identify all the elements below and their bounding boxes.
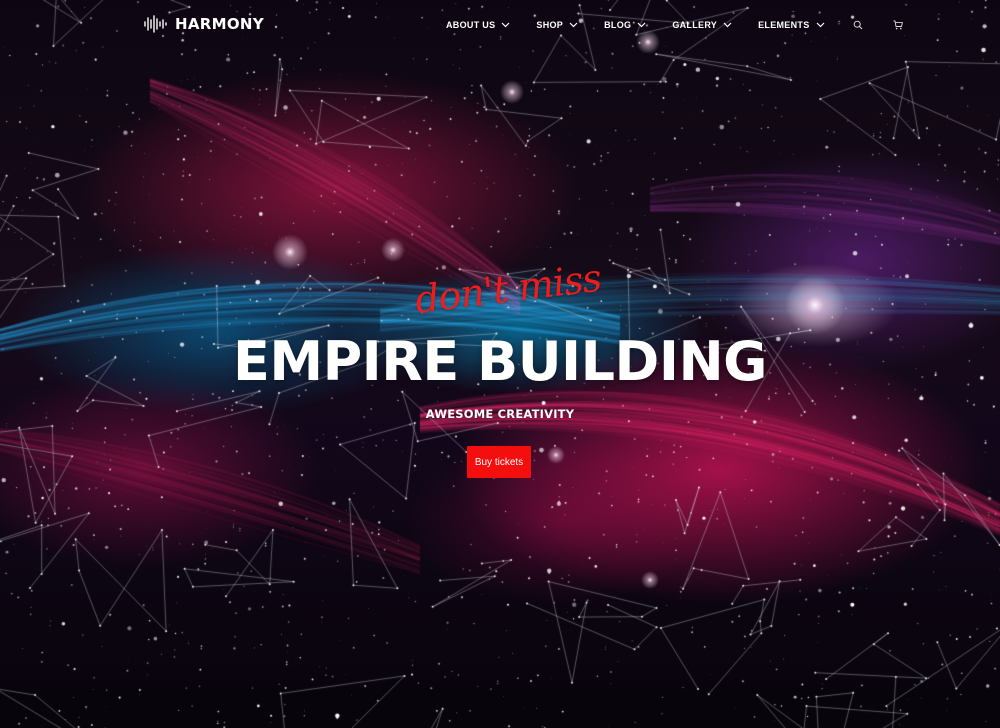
hero-title: EMPIRE BUILDING xyxy=(232,330,768,393)
nav-item-label: BLOG xyxy=(604,20,632,30)
chevron-down-icon xyxy=(569,22,578,28)
page: HARMONY ABOUT US SHOP BLOG GALLERY ELEME… xyxy=(0,0,1000,728)
hero-subtitle: AWESOME CREATIVITY xyxy=(425,407,575,421)
nav-item-label: SHOP xyxy=(536,20,564,30)
nav-item-label: GALLERY xyxy=(672,20,718,30)
nav-item-about-us[interactable]: ABOUT US xyxy=(446,20,510,30)
chevron-down-icon xyxy=(816,22,824,28)
search-icon[interactable] xyxy=(853,20,863,30)
nav-item-label: ELEMENTS xyxy=(758,20,810,30)
main-nav: ABOUT US SHOP BLOG GALLERY ELEMENTS xyxy=(446,18,903,32)
chevron-down-icon xyxy=(501,22,510,28)
nav-item-elements[interactable]: ELEMENTS xyxy=(758,20,824,30)
site-header: HARMONY ABOUT US SHOP BLOG GALLERY ELEME… xyxy=(0,0,1000,50)
nav-item-blog[interactable]: BLOG xyxy=(604,20,646,30)
logo[interactable]: HARMONY xyxy=(143,14,264,34)
chevron-down-icon xyxy=(723,22,732,28)
nav-item-label: ABOUT US xyxy=(446,20,496,30)
nav-item-shop[interactable]: SHOP xyxy=(536,20,578,30)
nav-item-gallery[interactable]: GALLERY xyxy=(672,20,732,30)
brand-name: HARMONY xyxy=(175,15,264,33)
buy-tickets-button[interactable]: Buy tickets xyxy=(467,446,531,478)
cart-icon[interactable] xyxy=(893,20,903,30)
sound-wave-icon xyxy=(144,15,167,33)
chevron-down-icon xyxy=(637,22,646,28)
